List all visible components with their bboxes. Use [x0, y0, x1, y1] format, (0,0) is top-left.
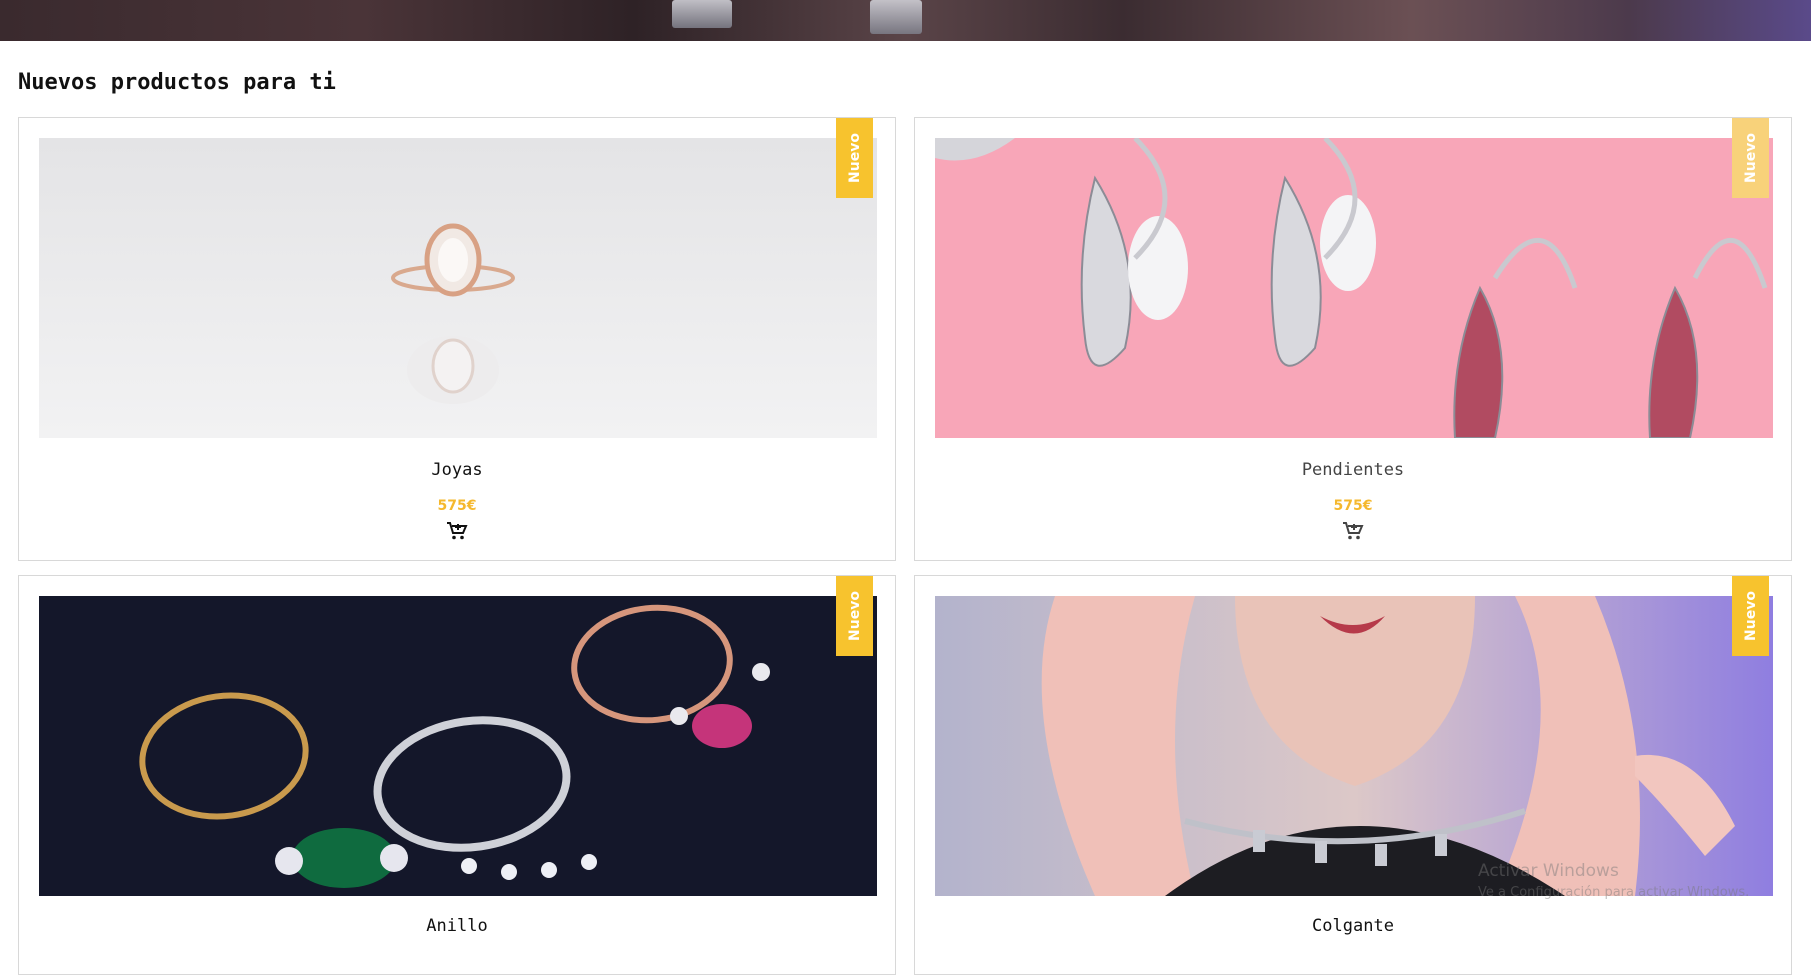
new-badge: Nuevo — [836, 118, 873, 198]
new-badge: Nuevo — [1732, 576, 1769, 656]
product-price: 575€ — [1333, 498, 1373, 514]
cart-plus-icon[interactable] — [446, 521, 468, 541]
product-name[interactable]: Colgante — [915, 916, 1791, 936]
windows-activation-watermark: Activar Windows Ve a Configuración para … — [1478, 861, 1750, 900]
product-card[interactable]: Nuevo Colgante — [914, 575, 1792, 975]
product-card[interactable]: Nuevo Joyas 575€ — [18, 117, 896, 561]
product-name[interactable]: Pendientes — [915, 460, 1791, 480]
product-image[interactable] — [935, 138, 1773, 438]
product-price: 575€ — [437, 498, 477, 514]
product-name[interactable]: Joyas — [19, 460, 895, 480]
earring-detail — [870, 0, 922, 34]
product-card[interactable]: Nuevo Anillo — [18, 575, 896, 975]
new-badge: Nuevo — [836, 576, 873, 656]
product-image[interactable] — [935, 596, 1773, 896]
new-badge: Nuevo — [1732, 118, 1769, 198]
product-card[interactable]: Nuevo Pendientes 575€ — [914, 117, 1792, 561]
hero-banner — [0, 0, 1811, 41]
product-image[interactable] — [39, 138, 877, 438]
section-title: Nuevos productos para ti — [18, 70, 336, 95]
cart-plus-icon[interactable] — [1342, 521, 1364, 541]
product-name[interactable]: Anillo — [19, 916, 895, 936]
product-image[interactable] — [39, 596, 877, 896]
earring-detail — [672, 0, 732, 28]
